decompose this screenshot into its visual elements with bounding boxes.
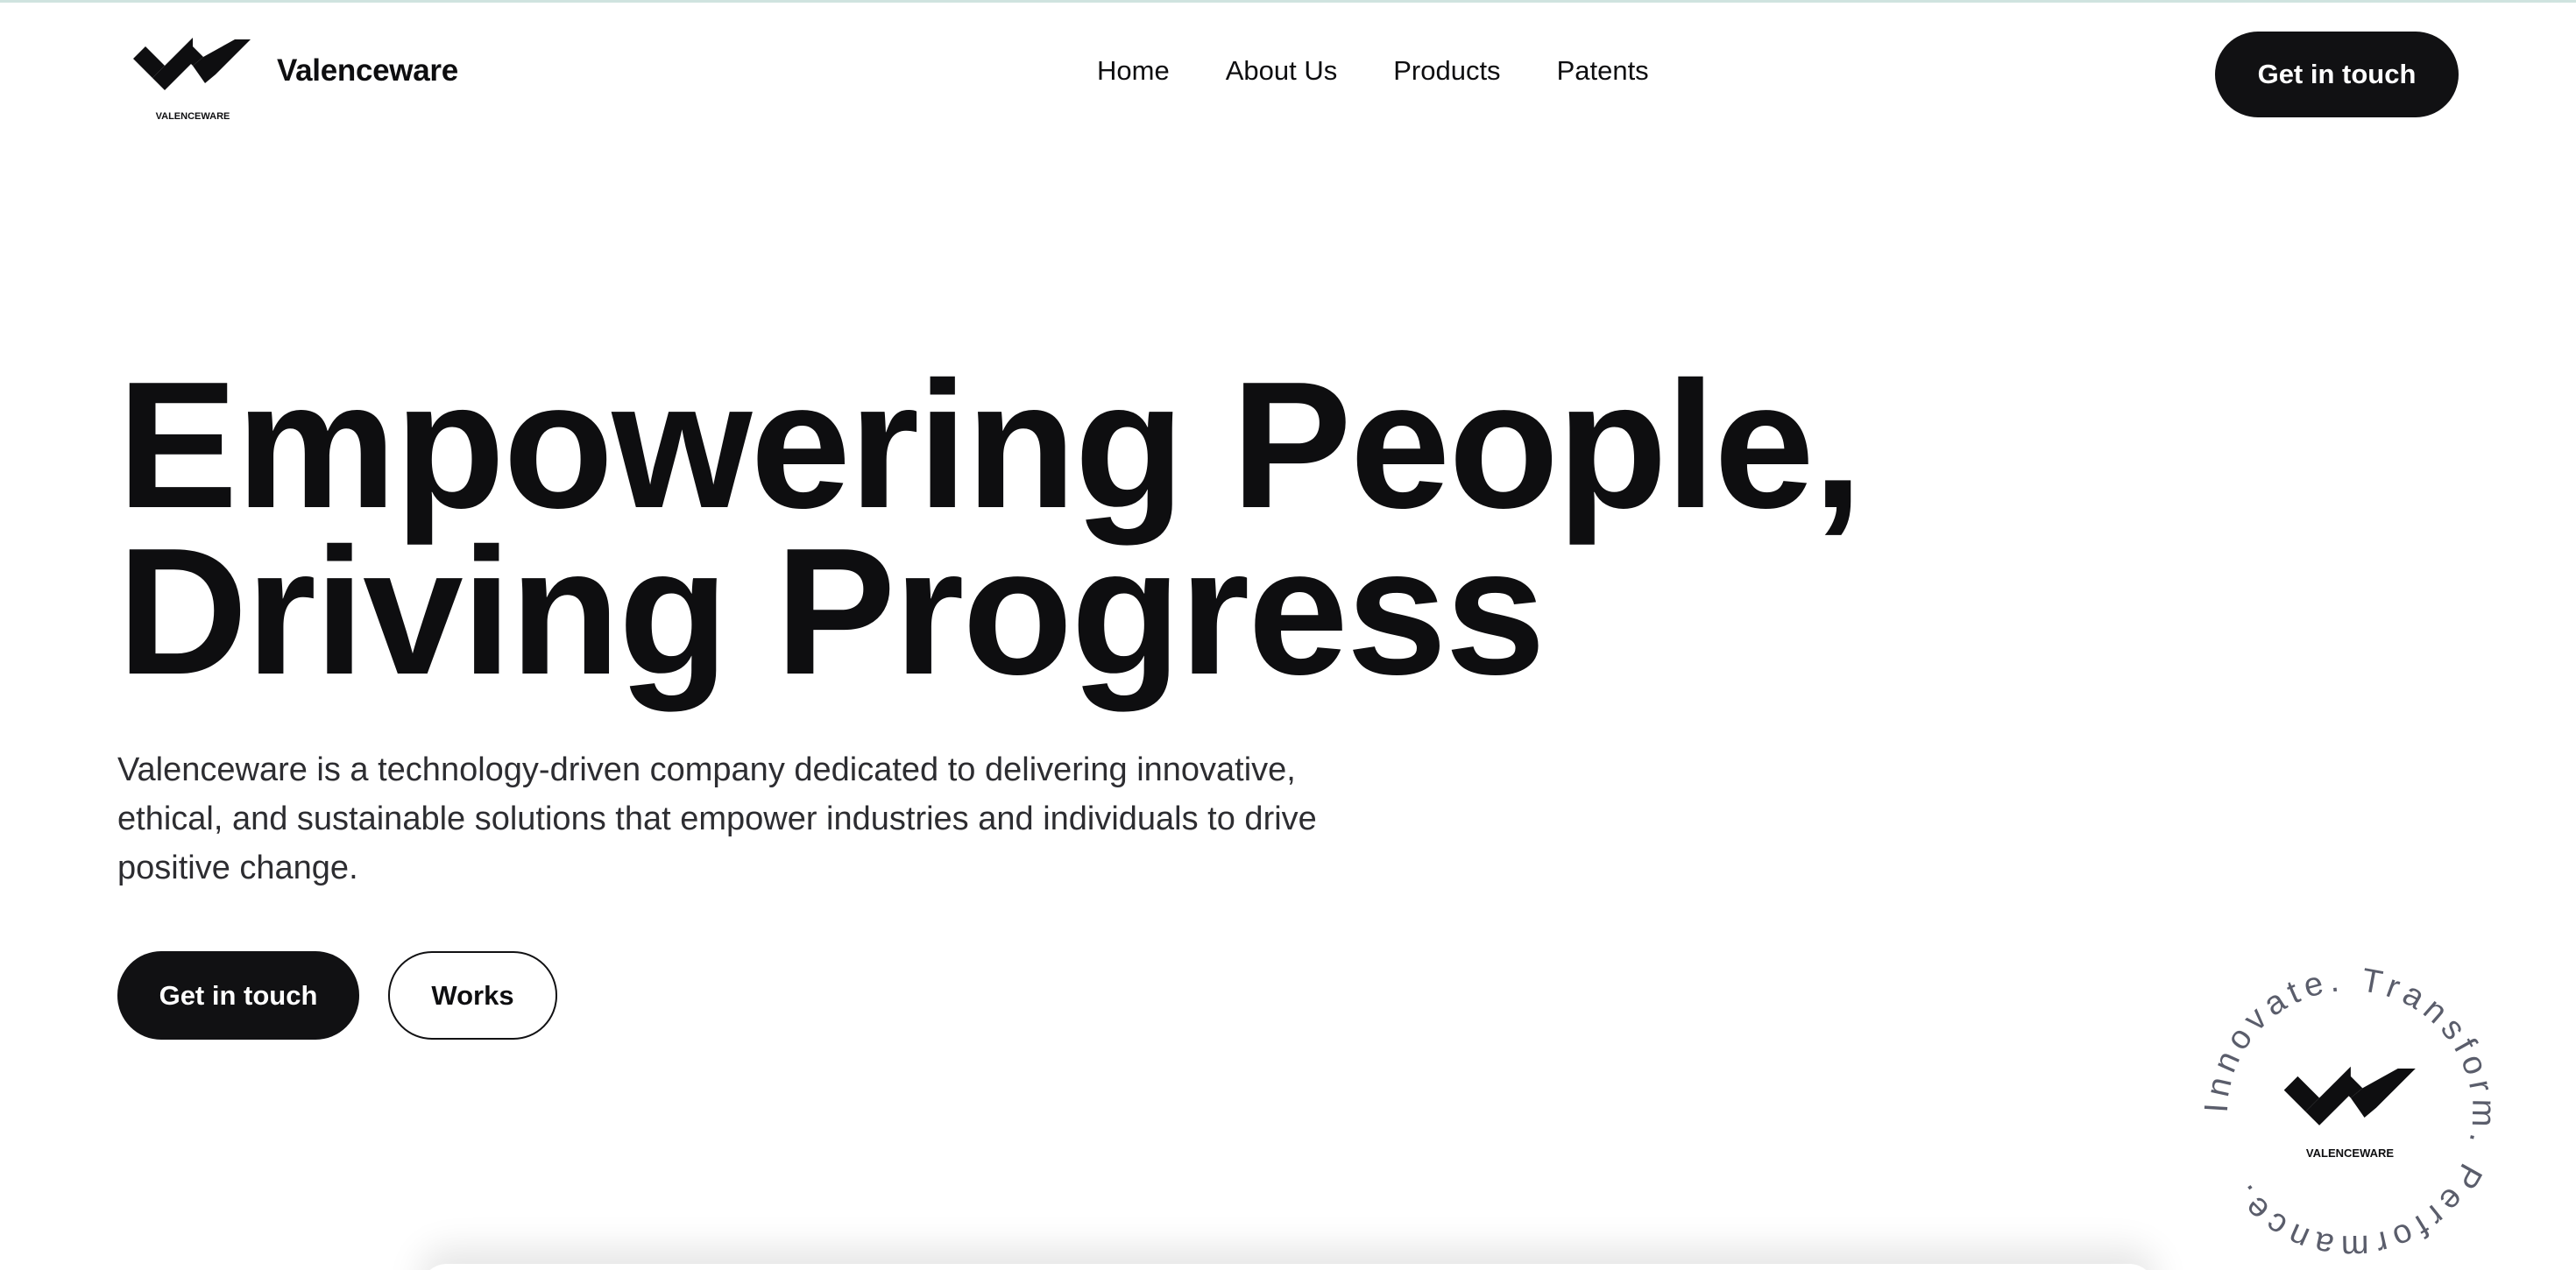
badge-circular-text: Innovate. Transform. Performance. [2201,964,2499,1262]
logo-wordmark: VALENCEWARE [155,111,230,122]
hero-title-line-2: Driving Progress [117,511,1546,712]
double-check-icon [133,38,251,90]
valenceware-logo-icon: VALENCEWARE [128,32,258,122]
site-header: VALENCEWARE Valenceware Home About Us Pr… [0,3,2576,152]
nav-patents[interactable]: Patents [1557,55,1649,87]
hero-actions: Get in touch Works [117,951,557,1040]
bottom-content-panel [421,1264,2155,1270]
rotating-badge: Innovate. Transform. Performance. VALENC… [2201,964,2499,1262]
hero-title: Empowering People, Driving Progress [117,344,1863,712]
nav-products[interactable]: Products [1393,55,1500,87]
hero-title-line-1: Empowering People, [117,344,1863,546]
brand-name: Valenceware [277,53,458,88]
badge-logo-text: VALENCEWARE [2306,1147,2394,1160]
hero-get-in-touch-button[interactable]: Get in touch [117,951,359,1040]
nav-about-us[interactable]: About Us [1226,55,1338,87]
main-nav: Home About Us Products Patents [1097,55,1649,87]
brand-home-link[interactable]: VALENCEWARE Valenceware [128,32,458,122]
badge-svg: Innovate. Transform. Performance. VALENC… [2201,964,2499,1262]
badge-textpath: Innovate. Transform. Performance. [2201,964,2496,1262]
hero-description: Valenceware is a technology-driven compa… [117,751,1317,886]
nav-home[interactable]: Home [1097,55,1170,87]
badge-logo-icon [2283,1066,2416,1125]
header-get-in-touch-button[interactable]: Get in touch [2215,32,2459,117]
page: VALENCEWARE Valenceware Home About Us Pr… [0,0,2576,1270]
hero-works-button[interactable]: Works [388,951,557,1040]
